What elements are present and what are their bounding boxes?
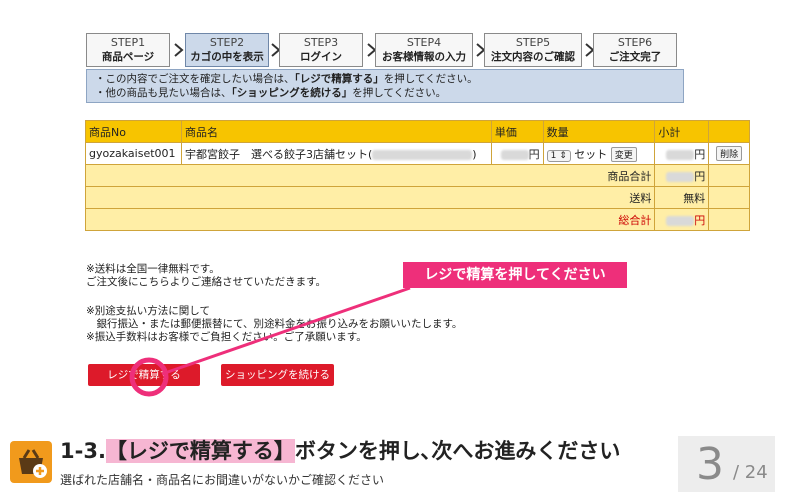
step-subtitle: 選ばれた店舗名・商品名にお間違いがないかご確認ください — [60, 473, 385, 487]
cart-icon — [10, 441, 52, 483]
title-highlight: 【レジで精算する】 — [105, 439, 295, 463]
callout-line — [161, 286, 411, 376]
annotation-overlay — [129, 286, 411, 397]
page-total: / 24 — [733, 462, 768, 483]
page-number: 3 — [696, 439, 724, 490]
callout-label: レジで精算を押してください — [403, 262, 627, 288]
step-title: 1-3.【レジで精算する】ボタンを押し､次へお進みください — [60, 439, 621, 463]
highlight-circle-icon — [129, 357, 169, 397]
